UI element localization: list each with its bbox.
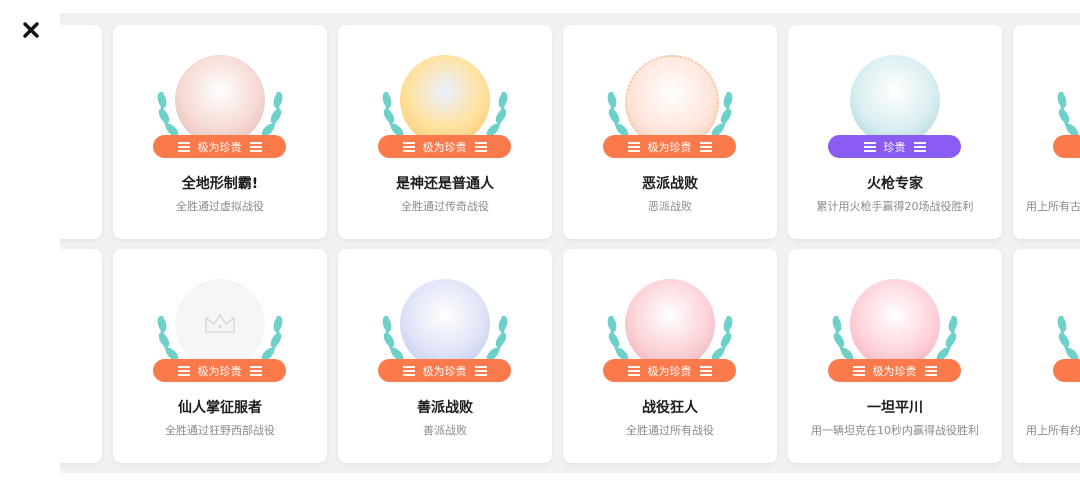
- achievement-title: 恶派战败: [642, 176, 698, 192]
- crown-icon: [205, 313, 235, 333]
- achievement-card[interactable]: 极为珍贵 善派战败 善派战败: [338, 249, 552, 463]
- rarity-badge: 极为珍贵: [153, 135, 286, 158]
- achievement-card[interactable]: 极为珍贵 恶派战败 恶派战败: [563, 25, 777, 239]
- rarity-badge: [1053, 359, 1080, 382]
- rarity-badge: 极为珍贵: [378, 135, 511, 158]
- achievement-desc: 全胜通过虚拟战役: [176, 200, 264, 213]
- achievement-card[interactable]: 极为珍贵 仙人掌征服者 全胜通过狂野西部战役: [113, 249, 327, 463]
- achievement-desc: 恶派战败: [648, 200, 692, 213]
- achievement-desc: 全胜通过狂野西部战役: [165, 424, 275, 437]
- achievement-card-partial-left[interactable]: [60, 249, 102, 463]
- achievement-card[interactable]: 极为珍贵 战役狂人 全胜通过所有战役: [563, 249, 777, 463]
- achievement-card-partial-left[interactable]: [60, 25, 102, 239]
- rarity-badge: 珍贵: [828, 135, 961, 158]
- rarity-badge: 极为珍贵: [603, 359, 736, 382]
- achievement-desc: 用一辆坦克在10秒内赢得战役胜利: [811, 424, 979, 437]
- rarity-badge: [1053, 135, 1080, 158]
- achievement-desc: 用上所有古: [1026, 200, 1080, 213]
- achievement-card[interactable]: 极为珍贵 一坦平川 用一辆坦克在10秒内赢得战役胜利: [788, 249, 1002, 463]
- close-icon: [23, 22, 39, 38]
- achievement-card[interactable]: 极为珍贵 全地形制霸! 全胜通过虚拟战役: [113, 25, 327, 239]
- achievement-desc: 全胜通过传奇战役: [401, 200, 489, 213]
- achievement-card-partial-right[interactable]: 用上所有古: [1013, 25, 1080, 239]
- rarity-badge: 极为珍贵: [378, 359, 511, 382]
- achievement-card-partial-right[interactable]: 用上所有约: [1013, 249, 1080, 463]
- achievement-title: 仙人掌征服者: [178, 400, 262, 416]
- achievement-desc: 全胜通过所有战役: [626, 424, 714, 437]
- achievement-desc: 用上所有约: [1026, 424, 1080, 437]
- achievement-title: 火枪专家: [867, 176, 923, 192]
- rarity-badge: 极为珍贵: [603, 135, 736, 158]
- achievement-title: 战役狂人: [642, 400, 698, 416]
- rarity-badge: 极为珍贵: [153, 359, 286, 382]
- rarity-badge: 极为珍贵: [828, 359, 961, 382]
- achievement-card[interactable]: 极为珍贵 是神还是普通人 全胜通过传奇战役: [338, 25, 552, 239]
- achievement-board: 极为珍贵 全地形制霸! 全胜通过虚拟战役 极为珍贵 是神还是普通人 全胜通过传奇…: [60, 13, 1080, 473]
- achievement-title: 是神还是普通人: [396, 176, 494, 192]
- achievement-title: 一坦平川: [867, 400, 923, 416]
- achievement-desc: 累计用火枪手赢得20场战役胜利: [816, 200, 974, 213]
- close-button[interactable]: [18, 17, 44, 43]
- achievement-desc: 善派战败: [423, 424, 467, 437]
- achievement-portrait: [850, 55, 940, 145]
- achievement-title: 善派战败: [417, 400, 473, 416]
- achievement-title: 全地形制霸!: [181, 176, 259, 192]
- achievement-card[interactable]: 珍贵 火枪专家 累计用火枪手赢得20场战役胜利: [788, 25, 1002, 239]
